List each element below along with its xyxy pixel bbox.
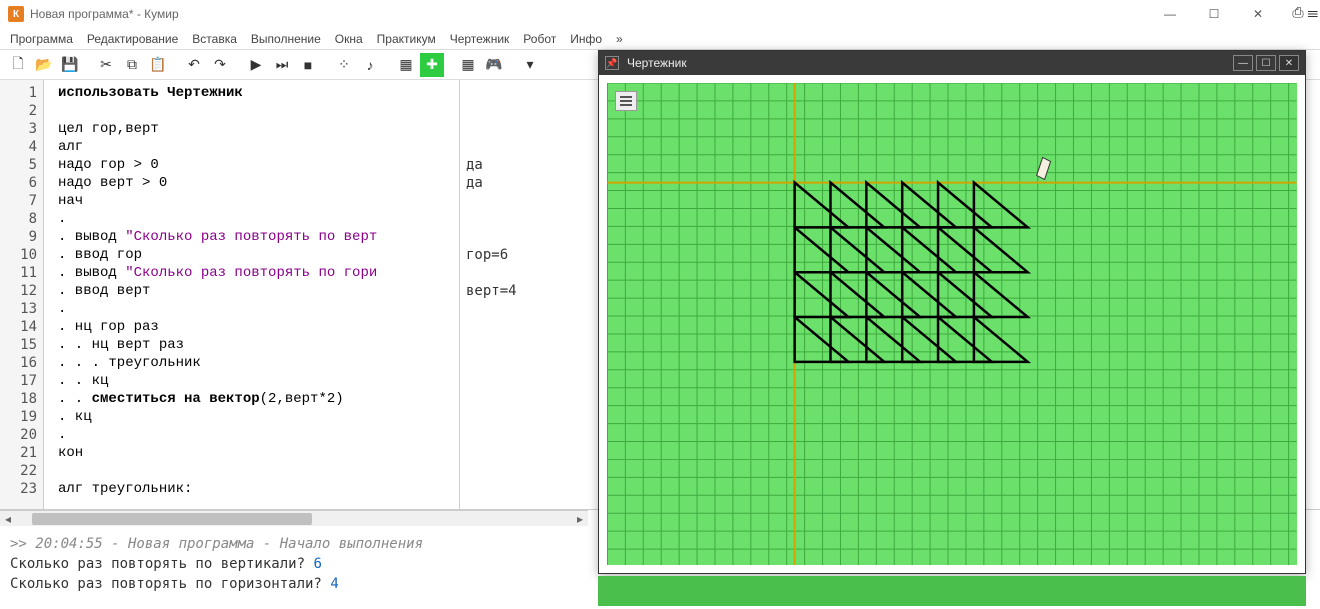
menu-item-1[interactable]: Редактирование [87,32,178,46]
menu-item-6[interactable]: Чертежник [450,32,510,46]
horizontal-scrollbar[interactable]: ◂ ▸ [0,510,588,526]
grid3-icon[interactable]: ▦ [456,53,480,77]
drawer-minimize-button[interactable]: ― [1233,55,1253,71]
drawer-maximize-button[interactable]: ☐ [1256,55,1276,71]
canvas-menu-button[interactable] [615,91,637,111]
code-pane[interactable]: использовать Чертежник цел гор,верт алг … [44,80,460,509]
stop-icon[interactable]: ■ [296,53,320,77]
drawer-canvas[interactable] [607,83,1297,565]
menu-item-7[interactable]: Робот [523,32,556,46]
drawing-grid [607,83,1297,565]
paste-icon[interactable]: 📋 [146,53,170,77]
scroll-left-arrow[interactable]: ◂ [0,511,16,527]
scroll-thumb[interactable] [32,513,312,525]
menu-item-5[interactable]: Практикум [377,32,436,46]
line-gutter: 1234567891011121314151617181920212223 [0,80,44,509]
minimize-button[interactable]: ― [1148,0,1192,28]
undo-icon[interactable]: ↶ [182,53,206,77]
redo-icon[interactable]: ↷ [208,53,232,77]
copy-icon[interactable]: ⧉ [120,53,144,77]
controller-icon[interactable]: 🎮 [482,53,506,77]
pin-icon[interactable]: 📌 [605,56,619,70]
bottom-green-strip [598,576,1306,606]
titlebar: К Новая программа* - Кумир ― ☐ ✕ ⎙ ☰ [0,0,1320,28]
drawer-title-text: Чертежник [627,56,687,70]
drawer-titlebar[interactable]: 📌 Чертежник ― ☐ ✕ [599,51,1305,75]
grid1-icon[interactable]: ▦ [394,53,418,77]
scroll-right-arrow[interactable]: ▸ [572,511,588,527]
grid2-icon[interactable]: ✚ [420,53,444,77]
dropdown-icon[interactable]: ▾ [518,53,542,77]
step-icon[interactable]: ⏭ [270,53,294,77]
menu-item-2[interactable]: Вставка [192,32,237,46]
close-button[interactable]: ✕ [1236,0,1280,28]
maximize-button[interactable]: ☐ [1192,0,1236,28]
menu-item-8[interactable]: Инфо [570,32,602,46]
app-icon: К [8,6,24,22]
debug-margin: дадагор=6верт=4 [460,80,588,509]
open-file-icon[interactable]: 📂 [32,53,56,77]
window-title: Новая программа* - Кумир [30,7,1312,21]
menu-item-0[interactable]: Программа [10,32,73,46]
drawer-window[interactable]: 📌 Чертежник ― ☐ ✕ [598,50,1306,574]
menu-item-9[interactable]: » [616,32,623,46]
overflow-icons: ⎙ ☰ [1292,4,1318,21]
menu-item-4[interactable]: Окна [335,32,363,46]
new-file-icon[interactable]: 🗋 [6,53,30,77]
save-file-icon[interactable]: 💾 [58,53,82,77]
drawer-close-button[interactable]: ✕ [1279,55,1299,71]
watch-icon[interactable]: ♪ [358,53,382,77]
breakpoint-icon[interactable]: ⁘ [332,53,356,77]
menu-item-3[interactable]: Выполнение [251,32,321,46]
menubar: Программа Редактирование Вставка Выполнение… [0,28,1320,50]
cut-icon[interactable]: ✂ [94,53,118,77]
run-icon[interactable]: ▶ [244,53,268,77]
